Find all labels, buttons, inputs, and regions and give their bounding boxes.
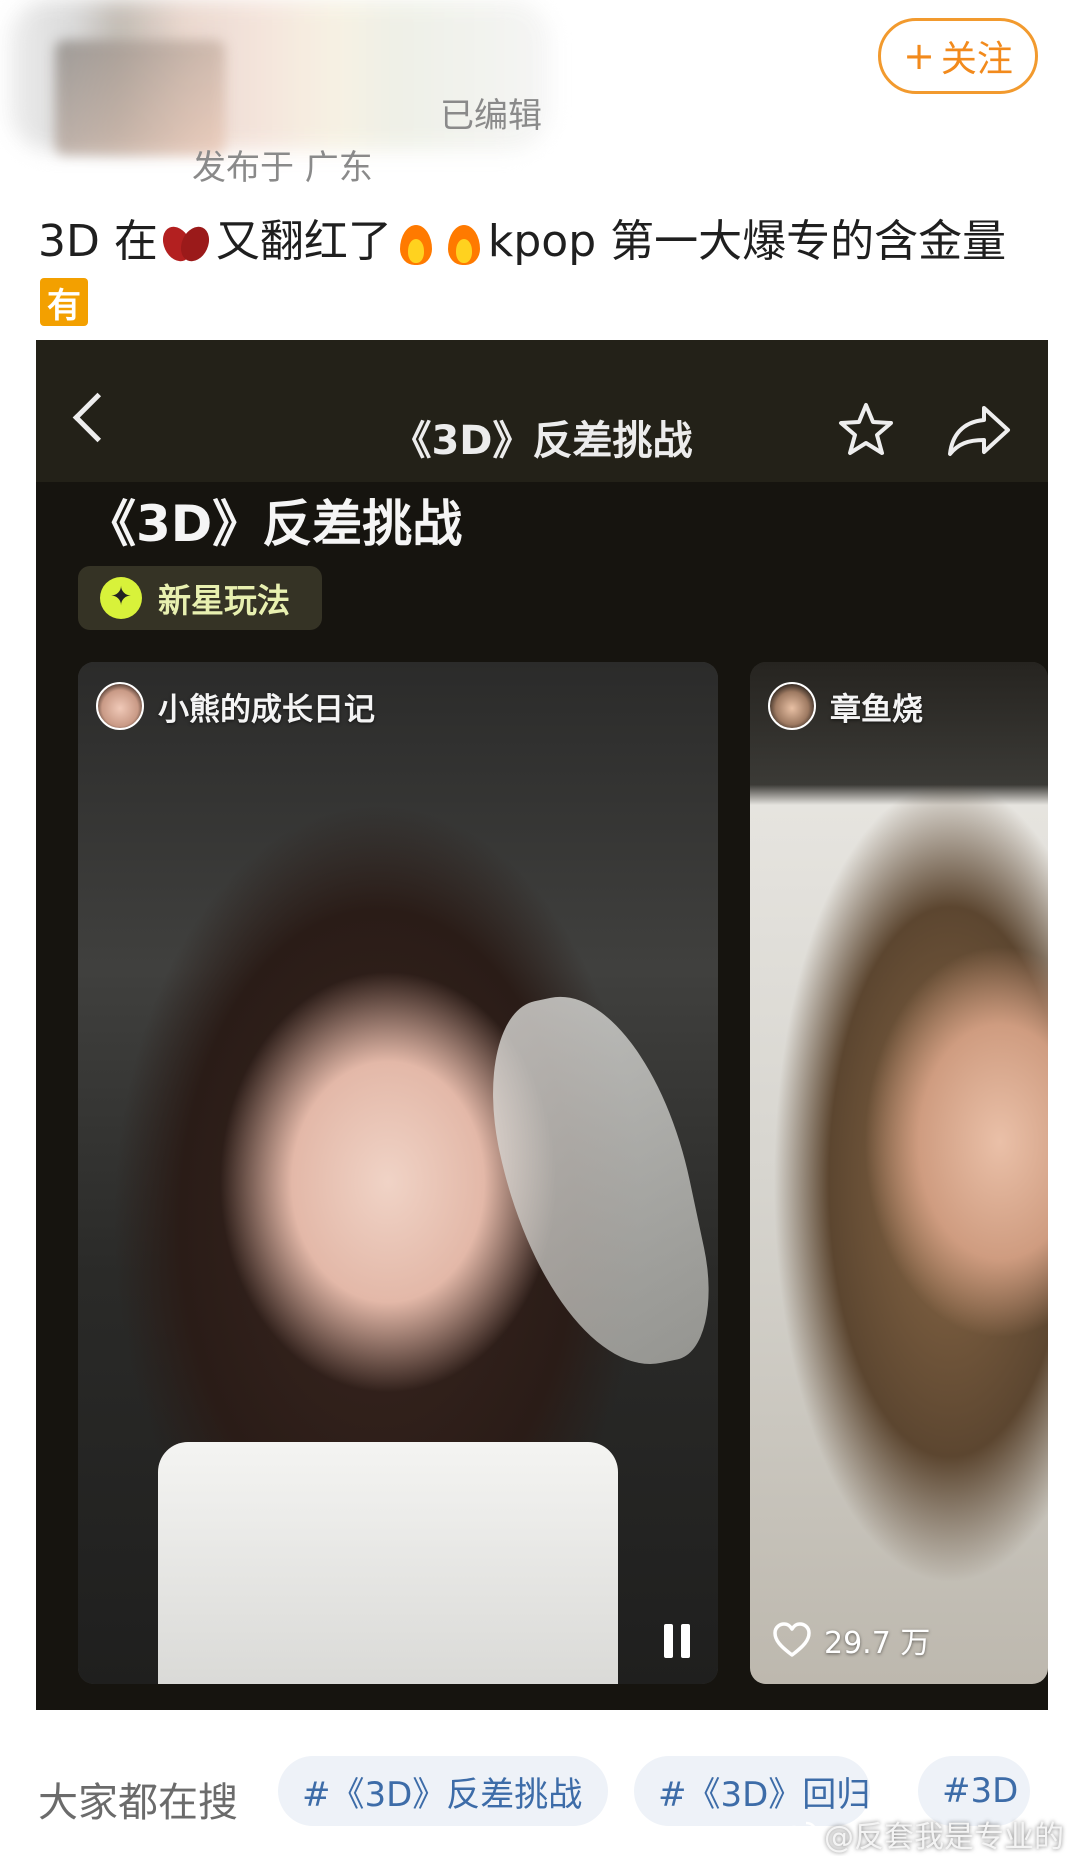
likes[interactable]: 29.7 万 — [772, 1618, 930, 1662]
follow-button[interactable]: + 关注 — [878, 18, 1038, 94]
post-text-segment: 又翻红了 — [215, 216, 392, 267]
video-thumbnail — [750, 662, 1048, 1684]
fire-icon — [394, 219, 438, 269]
weibo-icon — [778, 1821, 818, 1849]
tag-label: 新星玩法 — [158, 581, 290, 620]
star-icon[interactable] — [836, 400, 896, 460]
blurred-avatar — [55, 40, 225, 155]
location-label: 发布于 广东 — [192, 148, 373, 188]
avatar — [96, 682, 144, 730]
post-text-segment: 3D 在 — [38, 216, 158, 267]
embedded-topbar: 《3D》反差挑战 — [36, 340, 1048, 482]
author-name: 章鱼烧 — [830, 691, 923, 728]
likes-count: 29.7 万 — [824, 1626, 931, 1661]
author-name: 小熊的成长日记 — [158, 691, 375, 728]
topbar-title: 《3D》反差挑战 — [391, 418, 693, 464]
video-card[interactable]: 小熊的成长日记 — [78, 662, 718, 1684]
avatar — [768, 682, 816, 730]
follow-label: 关注 — [940, 39, 1013, 80]
video-thumbnail-detail — [158, 1442, 618, 1684]
fire-icon — [442, 219, 486, 269]
share-icon[interactable] — [946, 400, 1012, 460]
sparkle-icon — [100, 577, 142, 619]
pause-icon[interactable] — [662, 1624, 692, 1658]
post-header: 已编辑 发布于 广东 + 关注 — [0, 0, 1080, 188]
page-title: 《3D》反差挑战 — [86, 495, 463, 553]
post-text-segment: kpop 第一大爆专的含金量 — [487, 216, 1007, 267]
card-author[interactable]: 小熊的成长日记 — [96, 682, 375, 730]
plus-icon: + — [903, 34, 935, 78]
watermark-text: @反套我是专业的 — [824, 1820, 1064, 1855]
tag-pill[interactable]: 新星玩法 — [78, 566, 322, 630]
search-chip[interactable]: #《3D》反差挑战 — [278, 1756, 608, 1826]
red-bean-icon — [157, 222, 215, 266]
video-card[interactable]: 章鱼烧 29.7 万 — [750, 662, 1048, 1684]
you-badge: 有 — [40, 278, 88, 326]
post-text: 3D 在 又翻红了 kpop 第一大爆专的含金量 — [38, 212, 1048, 272]
watermark: @反套我是专业的 — [778, 1812, 1064, 1856]
trending-search-label: 大家都在搜 — [38, 1780, 238, 1826]
edited-label: 已编辑 — [440, 96, 542, 136]
card-author[interactable]: 章鱼烧 — [768, 682, 923, 730]
heart-icon — [773, 1622, 811, 1657]
embedded-screenshot[interactable]: 《3D》反差挑战 《3D》反差挑战 新星玩法 小熊的成长日记 章鱼烧 — [36, 340, 1048, 1710]
